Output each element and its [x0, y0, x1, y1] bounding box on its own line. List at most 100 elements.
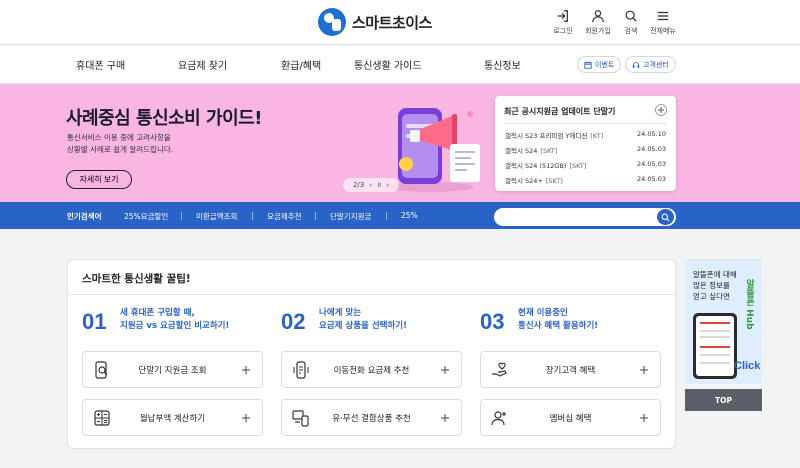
member-icon: [491, 411, 506, 426]
hero-banner: 사례중심 통신소비 가이드! 통신서비스 이용 중에 고려사항을 상황별 사례로…: [0, 84, 800, 202]
nav-item-refund-benefit[interactable]: 환급/혜택: [281, 57, 321, 72]
scroll-top-button[interactable]: TOP: [685, 389, 762, 411]
update-date: 24.05.03: [637, 160, 666, 168]
keyword-divider: [315, 212, 316, 220]
carrier-tag: [SKT]: [545, 177, 563, 185]
keyword-link[interactable]: 25%: [401, 211, 418, 220]
device-name: 갤럭시 S24: [505, 147, 538, 155]
popular-search-bar: 인기검색어 25%요금할인 미환급액조회 요금제추천 단말기지원금 25%: [0, 202, 800, 229]
step-description: 현재 이용중인 통신사 혜택 활용하기!: [518, 308, 599, 331]
step-description: 새 휴대폰 구입할 때, 지원금 vs 요금할인 비교하기!: [120, 308, 230, 331]
device-subsidy-button[interactable]: 단말기 지원금 조회: [82, 351, 263, 388]
devices-icon: [292, 410, 309, 427]
ad-click-label: Click: [734, 360, 761, 372]
event-button[interactable]: 이벤트: [577, 56, 622, 73]
all-menu-label: 전체메뉴: [650, 27, 676, 35]
carrier-tag: [SKT]: [569, 162, 587, 170]
plus-icon[interactable]: [655, 104, 667, 116]
login-icon: [557, 10, 568, 22]
login-label: 로그인: [553, 27, 573, 35]
menu-icon: [657, 11, 669, 21]
support-button[interactable]: 고객센터: [625, 56, 676, 73]
keyword-divider: [252, 212, 253, 220]
logo-text: 스마트초이스: [352, 13, 432, 32]
keyword-link[interactable]: 단말기지원금: [330, 211, 371, 222]
logo-mark-icon: [318, 8, 346, 36]
bundle-recommend-button[interactable]: 유·무선 결합상품 추천: [281, 399, 462, 436]
plus-icon: [441, 414, 449, 422]
plus-icon: [640, 414, 648, 422]
plus-icon: [242, 366, 250, 374]
mvno-hub-ad[interactable]: 알뜰폰에 대해 많은 정보를 얻고 싶다면 알뜰폰 Hub Click: [685, 259, 762, 384]
headset-icon: [632, 61, 640, 68]
nav-item-phone-purchase[interactable]: 휴대폰 구매: [76, 57, 125, 72]
keyword-link[interactable]: 미환급액조회: [196, 211, 237, 222]
step-number: 03: [480, 309, 505, 334]
device-update-row[interactable]: 갤럭시 S24 [SKT] 24.05.03: [505, 145, 666, 155]
nav-item-guide[interactable]: 통신생활 가이드: [354, 57, 422, 72]
banner-detail-button[interactable]: 자세히 보기: [66, 170, 132, 189]
keyword-divider: [181, 212, 182, 220]
site-logo[interactable]: 스마트초이스: [318, 8, 432, 36]
search-submit-button[interactable]: [657, 209, 674, 225]
tip-button-label: 월납부액 계산하기: [139, 414, 206, 424]
keyword-divider: [386, 212, 387, 220]
step-number: 01: [82, 309, 107, 334]
support-label: 고객센터: [643, 60, 669, 69]
device-update-row[interactable]: 갤럭시 S24 (512GB) [SKT] 24.05.03: [505, 160, 666, 170]
phone-plan-icon: [293, 361, 309, 379]
long-term-benefit-button[interactable]: 장기고객 혜택: [480, 351, 661, 388]
site-header: 스마트초이스 로그인 회원가입 검색 전체메뉴: [0, 0, 800, 45]
phone-search-icon: [95, 361, 108, 379]
search-label: 검색: [624, 27, 638, 35]
plus-icon: [441, 366, 449, 374]
divider: [68, 294, 675, 295]
smart-tips-card: 스마트한 통신생활 꿀팁! 01 새 휴대폰 구입할 때, 지원금 vs 요금할…: [67, 259, 676, 449]
ad-brand: 알뜰폰 Hub: [744, 279, 754, 330]
plan-recommend-button[interactable]: 이동전화 요금제 추천: [281, 351, 462, 388]
update-date: 24.05.03: [637, 175, 666, 183]
device-update-title: 최근 공시지원금 업데이트 단말기: [504, 107, 616, 116]
tip-button-label: 이동전화 요금제 추천: [333, 366, 410, 376]
signup-label: 회원가입: [585, 27, 611, 35]
plus-icon: [640, 366, 648, 374]
device-update-row[interactable]: 갤럭시 S23 프리미엄 Y에디션 [KT] 24.05.10: [505, 130, 666, 140]
tip-button-label: 단말기 지원금 조회: [138, 366, 207, 376]
event-label: 이벤트: [595, 60, 615, 69]
update-date: 24.05.03: [637, 145, 666, 153]
carrier-tag: [KT]: [590, 132, 604, 140]
step-number: 02: [281, 309, 306, 334]
banner-title: 사례중심 통신소비 가이드!: [66, 108, 262, 129]
keyword-link[interactable]: 요금제추천: [267, 211, 302, 222]
search-icon: [625, 10, 637, 22]
update-date: 24.05.10: [637, 130, 666, 138]
keyword-link[interactable]: 25%요금할인: [124, 211, 168, 222]
search-input[interactable]: [494, 208, 676, 226]
monthly-payment-button[interactable]: 월납부액 계산하기: [82, 399, 263, 436]
banner-next-button[interactable]: ›: [386, 181, 389, 189]
banner-pager-count: 2/3: [352, 181, 365, 189]
search-icon: [661, 213, 670, 221]
device-update-row[interactable]: 갤럭시 S24+ [SKT] 24.05.03: [505, 175, 666, 185]
nav-item-plan-search[interactable]: 요금제 찾기: [178, 57, 227, 72]
step-description: 나에게 맞는 요금제 상품을 선택하기!: [319, 308, 407, 331]
tip-button-label: 멤버십 혜택: [549, 414, 592, 424]
all-menu-button[interactable]: 전체메뉴: [641, 9, 685, 36]
tip-button-label: 장기고객 혜택: [545, 366, 596, 376]
membership-benefit-button[interactable]: 멤버십 혜택: [480, 399, 661, 436]
popular-keywords-heading: 인기검색어: [67, 212, 102, 221]
banner-description: 통신서비스 이용 중에 고려사항을 상황별 사례로 쉽게 알려드립니다.: [67, 133, 174, 154]
nav-item-telecom-info[interactable]: 통신정보: [484, 57, 521, 72]
banner-pause-button[interactable]: ॥: [377, 181, 381, 190]
plus-icon: [242, 414, 250, 422]
main-navigation: 휴대폰 구매 요금제 찾기 환급/혜택 통신생활 가이드 통신정보 이벤트 고객…: [0, 46, 800, 84]
banner-prev-button[interactable]: ‹: [369, 181, 372, 189]
ad-text: 알뜰폰에 대해 많은 정보를 얻고 싶다면: [693, 270, 737, 301]
calendar-icon: [584, 61, 592, 69]
calculator-icon: [94, 410, 110, 426]
tips-title: 스마트한 통신생활 꿀팁!: [82, 273, 191, 285]
tip-button-label: 유·무선 결합상품 추천: [332, 414, 411, 424]
device-name: 갤럭시 S23 프리미엄 Y에디션: [505, 132, 588, 140]
device-name: 갤럭시 S24+: [505, 177, 543, 185]
hand-heart-icon: [492, 362, 507, 377]
